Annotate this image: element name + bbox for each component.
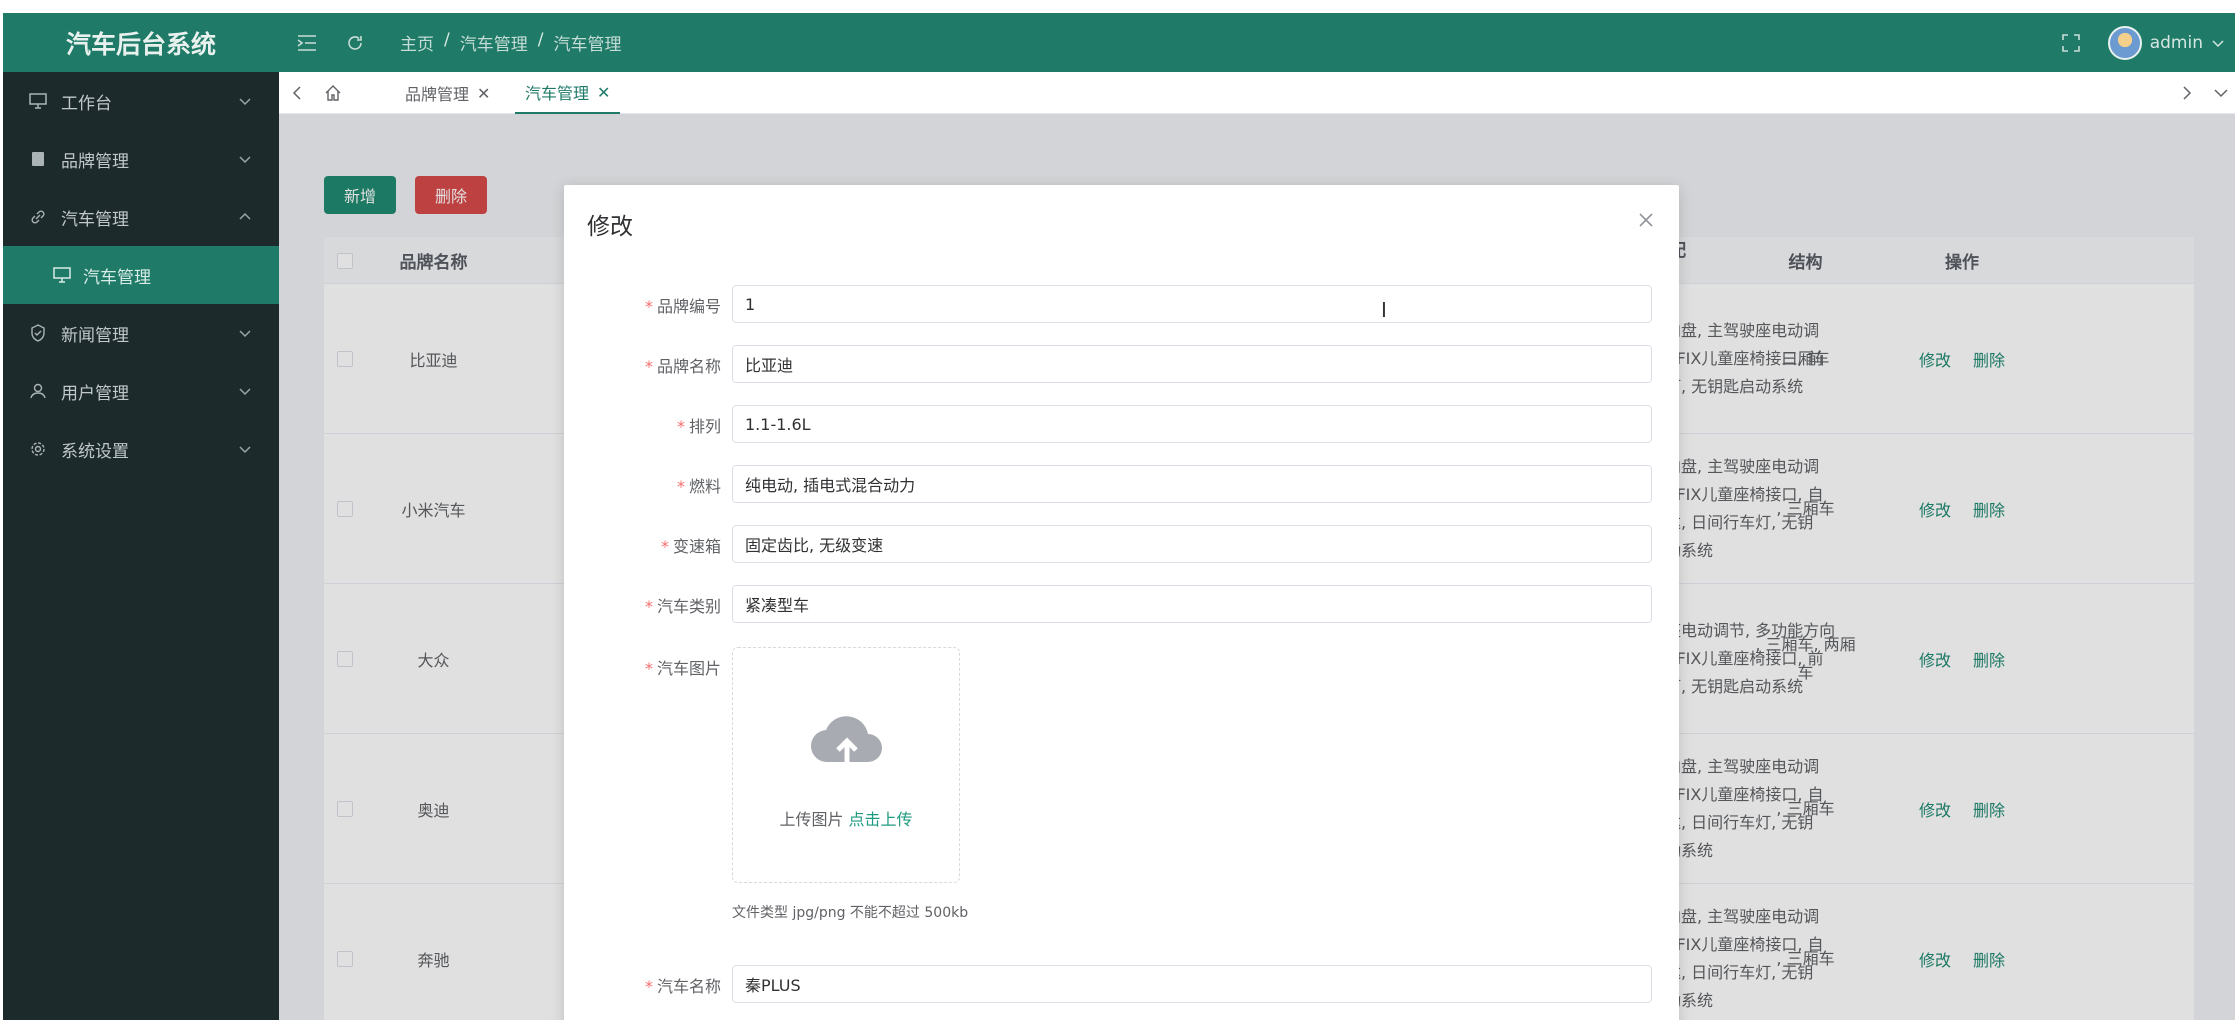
sidebar-item-label: 新闻管理 xyxy=(61,325,129,346)
chevron-down-icon xyxy=(239,156,251,164)
upload-link[interactable]: 点击上传 xyxy=(849,810,913,829)
tab-car[interactable]: 汽车管理 ✕ xyxy=(515,72,621,114)
upload-hint: 文件类型 jpg/png 不能不超过 500kb xyxy=(732,905,969,921)
field-label: * 品牌编号 xyxy=(644,297,721,316)
sidebar-item-label: 用户管理 xyxy=(61,383,129,404)
user-icon xyxy=(27,380,49,402)
main-content: 新增 删除 品牌名称 全配置 结构 操作 比亚迪 方向盘, 主驾驶座电动调ISO… xyxy=(279,114,2235,1020)
shield-icon xyxy=(27,322,49,344)
brand-name-input[interactable]: 比亚迪 xyxy=(732,345,1652,383)
chevron-down-icon xyxy=(239,388,251,396)
app-frame: 汽车后台系统 主页 / 汽车管理 / 汽车管理 admin 工作台 品牌管理 汽… xyxy=(3,13,2235,1020)
field-label: * 汽车类别 xyxy=(644,597,721,616)
close-icon[interactable]: ✕ xyxy=(477,84,490,103)
sidebar-item-label: 系统设置 xyxy=(61,441,129,462)
link-icon xyxy=(27,206,49,228)
car-name-input[interactable]: 秦PLUS xyxy=(732,965,1652,1003)
brand-id-input[interactable]: 1 xyxy=(732,285,1652,323)
sidebar-item-brand[interactable]: 品牌管理 xyxy=(3,130,279,188)
field-label: * 排列 xyxy=(676,417,721,436)
edit-dialog: 修改 * 品牌编号 1 * 品牌名称 比亚迪 * 排列 1.1-1.6L * 燃料 纯电… xyxy=(564,185,1679,1020)
chevron-down-icon xyxy=(239,330,251,338)
app-title: 汽车后台系统 xyxy=(65,29,216,59)
displacement-input[interactable]: 1.1-1.6L xyxy=(732,405,1652,443)
field-label: * 汽车图片 xyxy=(644,659,721,678)
field-label: * 燃料 xyxy=(676,477,721,496)
chevron-up-icon xyxy=(239,212,251,220)
sidebar-item-car[interactable]: 汽车管理 xyxy=(3,188,279,246)
breadcrumb-current: 汽车管理 xyxy=(553,35,622,55)
username: admin xyxy=(2149,33,2203,53)
tab-brand[interactable]: 品牌管理 ✕ xyxy=(395,72,500,114)
close-icon[interactable] xyxy=(1637,211,1655,229)
user-menu[interactable]: admin xyxy=(2107,26,2225,60)
sidebar-item-workbench[interactable]: 工作台 xyxy=(3,72,279,130)
chevron-down-icon xyxy=(2212,40,2224,48)
sidebar-item-news[interactable]: 新闻管理 xyxy=(3,304,279,362)
monitor-icon xyxy=(27,90,49,112)
sidebar-item-label: 工作台 xyxy=(61,93,112,114)
upload-text: 上传图片 点击上传 xyxy=(779,810,913,829)
top-header: 汽车后台系统 主页 / 汽车管理 / 汽车管理 admin xyxy=(3,13,2235,72)
field-car-name: * 汽车名称 秦PLUS xyxy=(564,965,1679,1005)
sidebar-item-settings[interactable]: 系统设置 xyxy=(3,420,279,478)
sidebar: 工作台 品牌管理 汽车管理 汽车管理 新闻管理 用户管理 系统设置 xyxy=(3,72,279,1020)
sidebar-item-users[interactable]: 用户管理 xyxy=(3,362,279,420)
tabs-bar: 品牌管理 ✕ 汽车管理 ✕ xyxy=(279,72,2235,114)
sidebar-subitem-car-management[interactable]: 汽车管理 xyxy=(3,246,279,304)
breadcrumb: 主页 / 汽车管理 / 汽车管理 xyxy=(400,30,621,55)
field-label: * 汽车名称 xyxy=(644,977,721,996)
sidebar-subitem-label: 汽车管理 xyxy=(83,267,151,288)
chevron-right-icon[interactable] xyxy=(2177,83,2197,103)
field-label: * 变速箱 xyxy=(660,537,721,556)
chevron-left-icon[interactable] xyxy=(287,83,307,103)
breadcrumb-home[interactable]: 主页 xyxy=(400,30,434,55)
avatar xyxy=(2107,26,2142,60)
field-fuel: * 燃料 纯电动, 插电式混合动力 xyxy=(564,465,1679,505)
chevron-down-icon xyxy=(239,446,251,454)
gear-icon xyxy=(27,438,49,460)
tab-label: 品牌管理 xyxy=(405,85,470,104)
menu-fold-icon[interactable] xyxy=(295,31,319,55)
field-car-category: * 汽车类别 紧凑型车 xyxy=(564,585,1679,625)
monitor-icon xyxy=(51,264,73,286)
home-icon[interactable] xyxy=(323,83,343,103)
field-gearbox: * 变速箱 固定齿比, 无级变速 xyxy=(564,525,1679,565)
chevron-down-icon[interactable] xyxy=(2211,83,2231,103)
breadcrumb-separator: / xyxy=(444,30,450,50)
refresh-icon[interactable] xyxy=(343,31,367,55)
sidebar-item-label: 品牌管理 xyxy=(61,151,129,172)
field-brand-id: * 品牌编号 1 xyxy=(564,285,1679,325)
document-icon xyxy=(27,148,49,170)
cloud-upload-icon xyxy=(810,716,882,764)
breadcrumb-separator: / xyxy=(537,30,544,50)
tab-label: 汽车管理 xyxy=(525,84,590,103)
breadcrumb-item[interactable]: 汽车管理 xyxy=(460,30,528,55)
text-cursor-icon: I xyxy=(1381,298,1387,322)
fullscreen-icon[interactable] xyxy=(2059,31,2083,55)
dialog-title: 修改 xyxy=(587,214,633,240)
field-displacement: * 排列 1.1-1.6L xyxy=(564,405,1679,445)
fuel-input[interactable]: 纯电动, 插电式混合动力 xyxy=(732,465,1652,503)
sidebar-item-label: 汽车管理 xyxy=(61,209,129,230)
car-category-input[interactable]: 紧凑型车 xyxy=(732,585,1652,623)
image-upload-area[interactable]: 上传图片 点击上传 xyxy=(732,647,960,883)
chevron-down-icon xyxy=(239,98,251,106)
field-label: * 品牌名称 xyxy=(644,357,721,376)
close-icon[interactable]: ✕ xyxy=(597,83,610,102)
field-brand-name: * 品牌名称 比亚迪 xyxy=(564,345,1679,385)
gearbox-input[interactable]: 固定齿比, 无级变速 xyxy=(732,525,1652,563)
